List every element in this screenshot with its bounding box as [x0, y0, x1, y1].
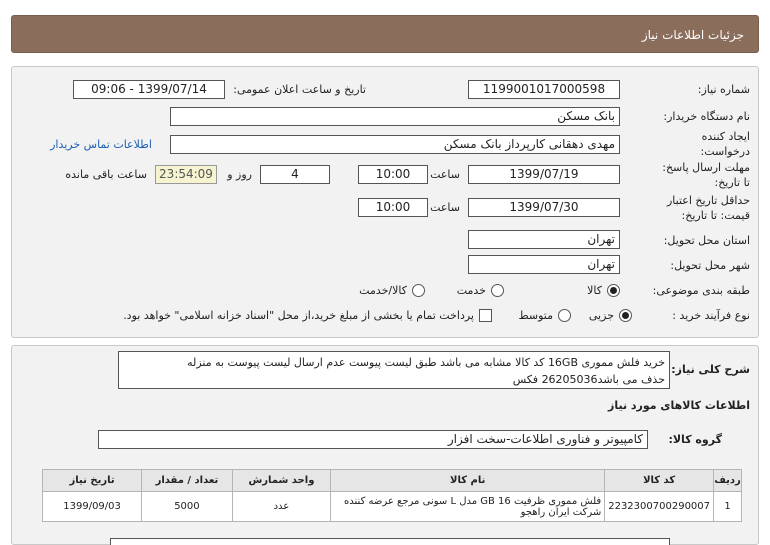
- province-field: تهران: [468, 230, 620, 249]
- cell-goods-code: 2232300700290007: [604, 491, 715, 522]
- price-validity-label-line1: حداقل تاریخ اعتبار: [666, 194, 750, 207]
- days-remaining-field: 4: [260, 165, 330, 184]
- cell-quantity: 5000: [141, 491, 233, 522]
- goods-table: ردیف کد کالا نام کالا واحد شمارش تعداد /…: [41, 469, 742, 522]
- category-service-label: خدمت: [456, 284, 486, 297]
- table-row: 1 2232300700290007 فلش مموری ظرفیت 16 GB…: [41, 491, 742, 522]
- reply-date-field: 1399/07/19: [468, 165, 620, 184]
- need-details-panel: شرح کلی نیاز: خرید فلش مموری 16GB کد کال…: [11, 345, 759, 545]
- cell-row-number: 1: [713, 491, 742, 522]
- goods-group-label: گروه کالا:: [668, 433, 722, 446]
- process-minor-label: جزیی: [588, 309, 614, 322]
- creator-label-line1: ایجاد کننده: [701, 130, 750, 143]
- price-date-field: 1399/07/30: [468, 198, 620, 217]
- need-description-line1: خرید فلش مموری 16GB کد کالا مشابه می باش…: [187, 356, 665, 369]
- cell-unit: عدد: [231, 491, 332, 522]
- announce-field: 1399/07/14 - 09:06: [73, 80, 225, 99]
- treasury-payment-note: پرداخت تمام یا بخشی از مبلغ خرید،از محل …: [123, 309, 474, 322]
- reply-time-label: ساعت: [430, 168, 460, 181]
- creator-label-line2: درخواست:: [700, 145, 750, 158]
- province-label: استان محل تحویل:: [663, 234, 750, 247]
- announce-label: تاریخ و ساعت اعلان عمومی:: [233, 83, 366, 96]
- buyer-contact-link[interactable]: اطلاعات تماس خریدار: [50, 138, 152, 151]
- price-time-label: ساعت: [430, 201, 460, 214]
- reply-time-field: 10:00: [358, 165, 428, 184]
- process-medium-radio[interactable]: [558, 309, 571, 322]
- category-goods-label: کالا: [587, 284, 602, 297]
- goods-info-title: اطلاعات کالاهای مورد نیاز: [608, 399, 750, 412]
- creator-field: مهدی دهقانی کارپرداز بانک مسکن: [170, 135, 620, 154]
- category-label: طبقه بندی موضوعی:: [652, 284, 750, 297]
- days-label: روز و: [227, 168, 252, 181]
- need-description-box: خرید فلش مموری 16GB کد کالا مشابه می باش…: [118, 351, 670, 389]
- treasury-payment-checkbox[interactable]: [479, 309, 492, 322]
- buyer-notes-box: [110, 538, 670, 545]
- col-unit: واحد شمارش: [231, 469, 332, 492]
- category-goods-radio[interactable]: [607, 284, 620, 297]
- category-service-radio[interactable]: [491, 284, 504, 297]
- col-row-number: ردیف: [713, 469, 742, 492]
- page-title: جزئیات اطلاعات نیاز: [641, 28, 744, 42]
- col-quantity: تعداد / مقدار: [141, 469, 233, 492]
- need-description-line2: حذف می باشد26205036 فکس: [512, 373, 665, 386]
- price-time-field: 10:00: [358, 198, 428, 217]
- city-field: تهران: [468, 255, 620, 274]
- process-medium-label: متوسط: [518, 309, 553, 322]
- need-description-label: شرح کلی نیاز:: [671, 363, 750, 376]
- need-number-label: شماره نیاز:: [697, 83, 750, 96]
- reply-deadline-label-line2: تا تاریخ:: [714, 176, 750, 189]
- buyer-field: بانک مسکن: [170, 107, 620, 126]
- category-both-radio[interactable]: [412, 284, 425, 297]
- city-label: شهر محل تحویل:: [670, 259, 750, 272]
- buyer-label: نام دستگاه خریدار:: [663, 110, 750, 123]
- col-goods-code: کد کالا: [604, 469, 715, 492]
- cell-goods-name: فلش مموری ظرفیت 16 GB مدل L سونی مرجع عر…: [330, 491, 606, 522]
- process-label: نوع فرآیند خرید :: [672, 309, 750, 322]
- goods-group-field: کامپیوتر و فناوری اطلاعات-سخت افزار: [98, 430, 648, 449]
- col-goods-name: نام کالا: [330, 469, 606, 492]
- cell-need-date: 1399/09/03: [41, 491, 143, 522]
- category-both-label: کالا/خدمت: [359, 284, 407, 297]
- page-header: جزئیات اطلاعات نیاز: [11, 15, 759, 53]
- price-validity-label-line2: قیمت: تا تاریخ:: [681, 209, 750, 222]
- need-number-field: 1199001017000598: [468, 80, 620, 99]
- col-need-date: تاریخ نیاز: [41, 469, 143, 492]
- goods-table-header: ردیف کد کالا نام کالا واحد شمارش تعداد /…: [41, 469, 742, 492]
- reply-deadline-label-line1: مهلت ارسال پاسخ:: [662, 161, 750, 174]
- need-info-panel: شماره نیاز: 1199001017000598 تاریخ و ساع…: [11, 66, 759, 338]
- process-minor-radio[interactable]: [619, 309, 632, 322]
- time-remaining-field: 23:54:09: [155, 165, 217, 184]
- time-remaining-label: ساعت باقی مانده: [65, 168, 147, 181]
